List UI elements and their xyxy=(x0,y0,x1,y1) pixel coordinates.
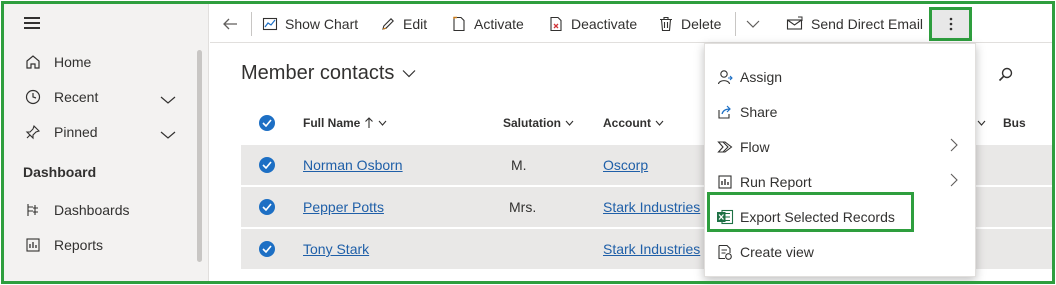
sidebar-item-label: Dashboards xyxy=(54,202,130,218)
chevron-down-icon xyxy=(746,20,760,28)
column-header-business[interactable]: Bus xyxy=(1003,104,1026,142)
dashboards-icon xyxy=(24,201,42,219)
account-link[interactable]: Stark Industries xyxy=(603,229,700,269)
menu-item-label: Flow xyxy=(740,138,770,155)
chevron-down-icon[interactable] xyxy=(160,127,176,139)
chevron-down-icon xyxy=(655,120,664,126)
overflow-menu: Assign Share Flow Run Report Export Sele… xyxy=(704,43,976,277)
share-icon xyxy=(716,103,734,121)
export-highlight-box xyxy=(707,192,914,232)
home-icon xyxy=(24,53,42,71)
sidebar-scrollbar[interactable] xyxy=(197,50,202,262)
search-button[interactable] xyxy=(990,60,1020,88)
chart-icon xyxy=(262,17,278,30)
sidebar-item-home[interactable]: Home xyxy=(4,47,199,77)
deactivate-label: Deactivate xyxy=(571,15,638,32)
activate-label: Activate xyxy=(474,15,524,32)
deactivate-icon xyxy=(550,16,562,31)
menu-item-share[interactable]: Share xyxy=(705,94,975,129)
more-delete-options-button[interactable] xyxy=(746,4,767,43)
clock-icon xyxy=(24,88,42,106)
activate-button[interactable]: Activate xyxy=(451,4,524,43)
menu-item-flow[interactable]: Flow xyxy=(705,129,975,164)
sidebar-item-dashboards[interactable]: Dashboards xyxy=(4,195,199,225)
back-button[interactable] xyxy=(222,4,245,43)
chevron-down-icon[interactable] xyxy=(160,92,176,104)
column-header-account[interactable]: Account xyxy=(603,104,664,142)
account-link[interactable]: Stark Industries xyxy=(603,187,700,227)
sidebar-item-label: Pinned xyxy=(54,124,98,140)
sidebar-item-pinned[interactable]: Pinned xyxy=(4,117,199,147)
full-name-link[interactable]: Norman Osborn xyxy=(303,145,403,185)
activate-icon xyxy=(453,16,465,31)
show-chart-label: Show Chart xyxy=(285,15,359,32)
delete-label: Delete xyxy=(681,15,722,32)
divider xyxy=(735,12,736,36)
sort-ascending-icon xyxy=(365,117,374,128)
more-commands-button[interactable] xyxy=(929,7,972,41)
more-vertical-icon xyxy=(949,17,952,31)
deactivate-button[interactable]: Deactivate xyxy=(548,4,637,43)
sidebar-item-reports[interactable]: Reports xyxy=(4,230,199,260)
account-link[interactable]: Oscorp xyxy=(603,145,648,185)
sidebar-item-label: Reports xyxy=(54,237,104,253)
reports-icon xyxy=(24,236,42,254)
show-chart-button[interactable]: Show Chart xyxy=(262,4,358,43)
row-checkbox[interactable] xyxy=(259,199,275,215)
pin-icon xyxy=(24,123,42,141)
checkmark-icon xyxy=(262,119,272,127)
menu-item-label: Run Report xyxy=(740,173,812,190)
person-icon xyxy=(716,68,734,86)
menu-item-create-view[interactable]: Create view xyxy=(705,234,975,269)
chevron-down-icon xyxy=(977,120,986,126)
delete-button[interactable]: Delete xyxy=(658,4,721,43)
sidebar-section-title: Dashboard xyxy=(23,164,97,180)
report-icon xyxy=(716,173,734,191)
hamburger-menu-icon[interactable] xyxy=(24,17,40,29)
create-view-icon xyxy=(716,243,734,261)
row-checkbox[interactable] xyxy=(259,157,275,173)
checkmark-icon xyxy=(262,245,272,253)
edit-label: Edit xyxy=(403,15,428,32)
menu-item-label: Assign xyxy=(740,68,783,85)
chevron-down-icon xyxy=(402,70,416,78)
back-arrow-icon xyxy=(223,18,237,29)
chevron-right-icon xyxy=(950,173,958,190)
command-bar: Show Chart Edit Activate Deactivate Dele… xyxy=(210,4,1052,43)
menu-item-assign[interactable]: Assign xyxy=(705,59,975,94)
sidebar-item-label: Home xyxy=(54,54,92,70)
column-header-full-name[interactable]: Full Name xyxy=(303,104,387,142)
trash-icon xyxy=(660,16,672,31)
sidebar: Home Recent Pinned Dashboard Dashboards … xyxy=(4,4,209,281)
flow-icon xyxy=(716,138,734,156)
column-header-salutation[interactable]: Salutation xyxy=(503,104,574,142)
full-name-link[interactable]: Pepper Potts xyxy=(303,187,384,227)
menu-item-label: Create view xyxy=(740,243,814,260)
view-title: Member contacts xyxy=(241,62,395,84)
checkmark-icon xyxy=(262,161,272,169)
checkmark-icon xyxy=(262,203,272,211)
divider xyxy=(251,12,252,36)
row-checkbox[interactable] xyxy=(259,241,275,257)
search-icon xyxy=(998,67,1012,81)
send-direct-email-button[interactable]: Send Direct Email xyxy=(786,4,923,43)
salutation-cell: M. xyxy=(511,157,527,173)
sidebar-item-recent[interactable]: Recent xyxy=(4,82,199,112)
edit-button[interactable]: Edit xyxy=(380,4,427,43)
send-direct-email-label: Send Direct Email xyxy=(811,15,924,32)
chevron-down-icon xyxy=(378,120,387,126)
sidebar-item-label: Recent xyxy=(54,89,99,105)
menu-item-label: Share xyxy=(740,103,778,120)
select-all-checkbox[interactable] xyxy=(259,115,275,131)
full-name-link[interactable]: Tony Stark xyxy=(303,229,369,269)
chevron-right-icon xyxy=(950,138,958,155)
salutation-cell: Mrs. xyxy=(509,199,537,215)
pencil-icon xyxy=(382,17,394,30)
email-icon xyxy=(786,16,803,30)
chevron-down-icon xyxy=(565,120,574,126)
view-selector[interactable]: Member contacts xyxy=(241,62,416,85)
